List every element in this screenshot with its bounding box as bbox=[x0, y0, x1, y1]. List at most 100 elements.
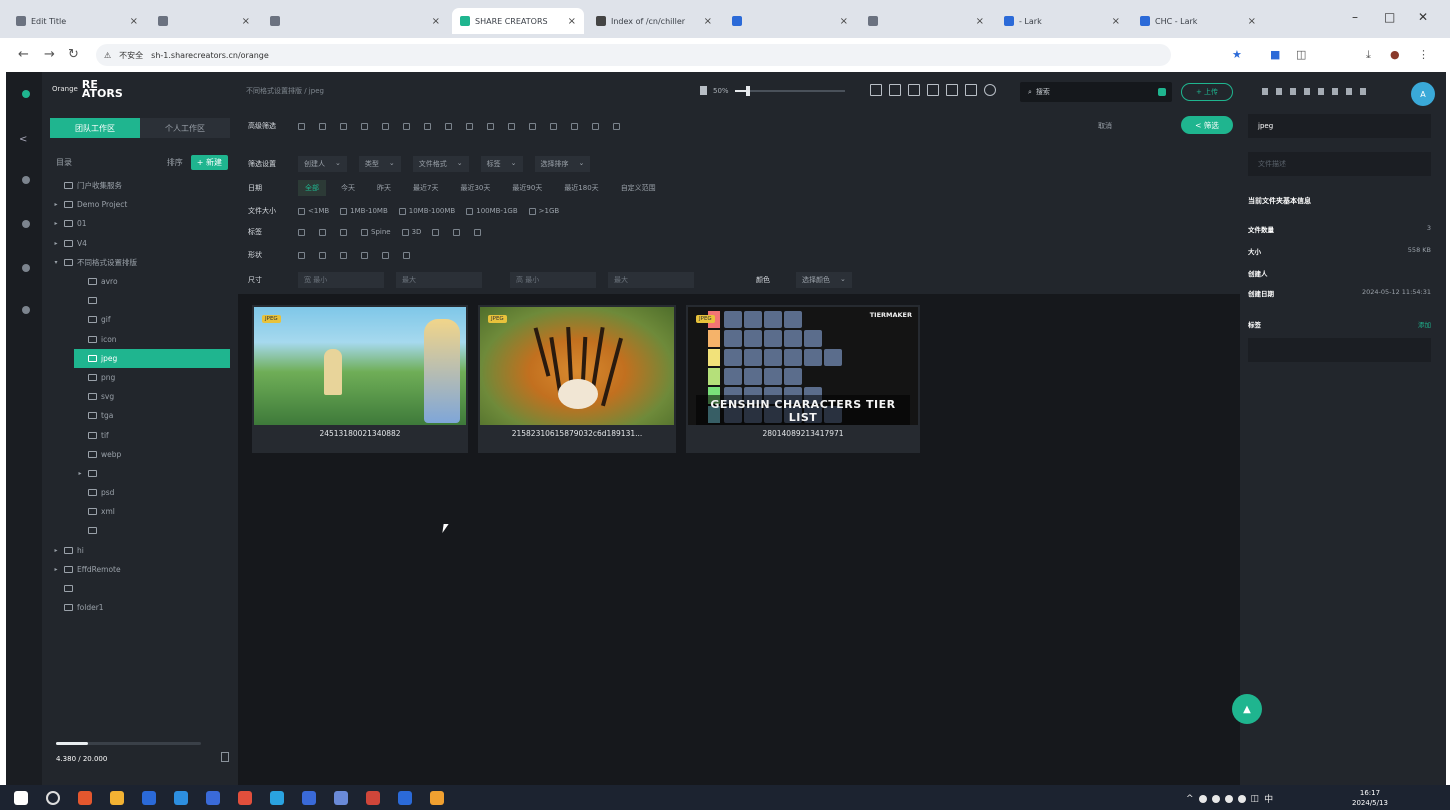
filter-checkbox[interactable] bbox=[453, 228, 463, 236]
checkbox-box[interactable] bbox=[550, 122, 557, 130]
browser-tab[interactable]: × bbox=[150, 8, 258, 34]
filter-checkbox[interactable] bbox=[403, 122, 413, 130]
refresh-icon[interactable] bbox=[984, 84, 996, 96]
filter-checkbox[interactable] bbox=[319, 251, 329, 259]
card-view-icon[interactable] bbox=[889, 84, 901, 96]
checkbox-box[interactable] bbox=[398, 207, 406, 215]
checkbox-box[interactable] bbox=[340, 122, 347, 130]
asset-card[interactable]: JPEG 21582310615879032c6d189131... bbox=[478, 305, 676, 453]
checkbox-box[interactable] bbox=[382, 251, 389, 259]
app-taskbar-icon[interactable] bbox=[366, 791, 380, 805]
panel-tool-icon[interactable] bbox=[1332, 88, 1338, 95]
tree-item[interactable]: jpeg bbox=[74, 348, 230, 368]
expand-caret-icon[interactable]: ▸ bbox=[52, 220, 60, 227]
tray-up-icon[interactable]: ^ bbox=[1186, 794, 1194, 804]
color-select[interactable]: 选择颜色 ⌄ bbox=[796, 272, 852, 288]
filter-checkbox[interactable] bbox=[613, 122, 623, 130]
date-chip[interactable]: 昨天 bbox=[370, 180, 398, 196]
new-button[interactable]: + 新建 bbox=[190, 155, 228, 170]
app-taskbar-icon[interactable] bbox=[174, 791, 188, 805]
expand-caret-icon[interactable]: ▸ bbox=[52, 566, 60, 573]
files-icon[interactable] bbox=[22, 176, 30, 184]
filter-checkbox[interactable] bbox=[382, 122, 392, 130]
download-icon[interactable]: ⤓ bbox=[1366, 48, 1371, 62]
description-field[interactable]: 文件描述 bbox=[1248, 152, 1431, 176]
tray-app-icon[interactable] bbox=[1198, 794, 1207, 803]
checkbox-box[interactable] bbox=[361, 251, 368, 259]
checkbox-box[interactable] bbox=[403, 251, 410, 259]
filter-checkbox[interactable] bbox=[508, 122, 518, 130]
filter-checkbox[interactable] bbox=[424, 122, 434, 130]
filter-checkbox[interactable] bbox=[361, 122, 371, 130]
checkbox-box[interactable] bbox=[474, 228, 482, 236]
checkbox-box[interactable] bbox=[445, 122, 452, 130]
tray-app-icon[interactable] bbox=[1211, 794, 1220, 803]
sort-button[interactable]: 排序 bbox=[167, 157, 183, 168]
expand-caret-icon[interactable]: ▾ bbox=[52, 259, 60, 266]
tree-item[interactable]: svg bbox=[42, 387, 238, 406]
expand-caret-icon[interactable]: ▸ bbox=[52, 547, 60, 554]
cloud-icon[interactable] bbox=[22, 264, 30, 272]
reading-icon[interactable]: ◫ bbox=[1296, 48, 1306, 61]
tree-item[interactable]: ▸ bbox=[42, 464, 238, 483]
checkbox-box[interactable] bbox=[613, 122, 620, 130]
profile-icon[interactable]: ● bbox=[1390, 48, 1400, 61]
date-chip[interactable]: 今天 bbox=[334, 180, 362, 196]
browser-tab[interactable]: CHC - Lark × bbox=[1132, 8, 1264, 34]
extension-icon[interactable]: ■ bbox=[1270, 48, 1280, 61]
app-taskbar-icon[interactable] bbox=[430, 791, 444, 805]
tree-item[interactable]: ▾ 不同格式设置排版 bbox=[42, 253, 238, 272]
app-taskbar-icon[interactable] bbox=[398, 791, 412, 805]
checkbox-box[interactable] bbox=[298, 207, 305, 215]
filter-checkbox[interactable] bbox=[361, 251, 371, 259]
tab-close-icon[interactable]: × bbox=[432, 16, 440, 27]
checkbox-box[interactable] bbox=[319, 228, 326, 236]
asset-thumbnail[interactable]: TIERMAKER GENSHIN CHARACTERS TIER LIST JPE… bbox=[688, 307, 918, 425]
tab-close-icon[interactable]: × bbox=[130, 16, 138, 27]
filter-checkbox[interactable] bbox=[382, 251, 392, 259]
trash-icon[interactable] bbox=[221, 752, 229, 762]
date-chip[interactable]: 自定义范围 bbox=[614, 180, 663, 196]
tree-item[interactable]: folder1 bbox=[42, 598, 238, 617]
tree-item[interactable] bbox=[42, 291, 238, 310]
checkbox-box[interactable] bbox=[401, 228, 409, 236]
tab-close-icon[interactable]: × bbox=[1248, 16, 1256, 27]
panel-tool-icon[interactable] bbox=[1360, 88, 1366, 95]
filter-icon[interactable] bbox=[946, 84, 958, 96]
filter-checkbox[interactable] bbox=[403, 251, 413, 259]
bookmark-star-icon[interactable]: ★ bbox=[1232, 48, 1242, 61]
filter-checkbox[interactable] bbox=[571, 122, 581, 130]
filter-checkbox[interactable] bbox=[550, 122, 560, 130]
date-chip[interactable]: 最近90天 bbox=[505, 180, 549, 196]
tab-close-icon[interactable]: × bbox=[840, 16, 848, 27]
zoom-slider[interactable] bbox=[734, 85, 845, 96]
tab-close-icon[interactable]: × bbox=[242, 16, 250, 27]
checkbox-box[interactable] bbox=[592, 122, 599, 130]
filter-checkbox[interactable]: >1GB bbox=[528, 207, 559, 215]
tree-item[interactable]: tif bbox=[42, 425, 238, 444]
date-chip[interactable]: 全部 bbox=[298, 180, 326, 196]
expand-caret-icon[interactable]: ▸ bbox=[52, 201, 60, 208]
cancel-filter-link[interactable]: 取消 bbox=[1098, 121, 1112, 131]
avatar[interactable]: A bbox=[1411, 82, 1435, 106]
explorer-taskbar-icon[interactable] bbox=[142, 791, 156, 805]
size-input[interactable]: 最大 bbox=[396, 272, 482, 288]
panel-tool-icon[interactable] bbox=[1318, 88, 1324, 95]
browser-menu-icon[interactable]: ⋮ bbox=[1418, 48, 1429, 61]
size-input[interactable]: 宽 最小 bbox=[298, 272, 384, 288]
filter-checkbox[interactable]: Spine bbox=[361, 228, 391, 236]
filter-select[interactable]: 标签 ⌄ bbox=[480, 156, 523, 172]
checkbox-box[interactable] bbox=[298, 251, 305, 259]
panel-tool-icon[interactable] bbox=[1304, 88, 1310, 95]
tag-input[interactable] bbox=[1248, 338, 1431, 362]
checkbox-box[interactable] bbox=[528, 207, 536, 215]
app-taskbar-icon[interactable] bbox=[78, 791, 92, 805]
minimize-icon[interactable]: – bbox=[1352, 10, 1358, 24]
browser-tab[interactable]: × bbox=[724, 8, 856, 34]
tree-item[interactable]: webp bbox=[42, 445, 238, 464]
select-icon[interactable] bbox=[927, 84, 939, 96]
zoom-slider-handle[interactable] bbox=[745, 85, 750, 96]
panel-tool-icon[interactable] bbox=[1346, 88, 1352, 95]
tab-close-icon[interactable]: × bbox=[976, 16, 984, 27]
network-icon[interactable]: ◫ bbox=[1251, 794, 1260, 804]
